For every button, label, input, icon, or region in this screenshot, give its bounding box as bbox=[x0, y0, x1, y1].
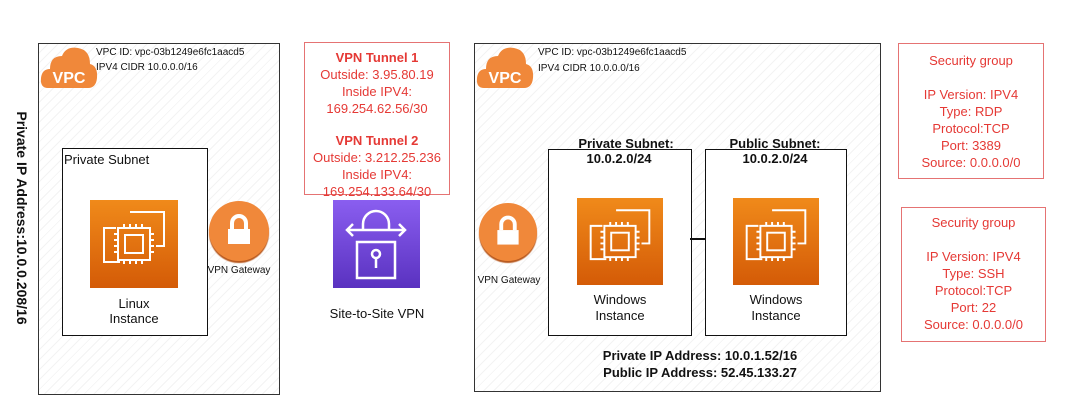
vpc-cidr: IPV4 CIDR 10.0.0.0/16 bbox=[96, 62, 198, 73]
sg-protocol: Protocol:TCP bbox=[932, 121, 1010, 136]
tunnel1-inside: 169.254.62.56/30 bbox=[326, 101, 428, 116]
vpc-cloud-icon: VPC bbox=[476, 47, 534, 88]
tunnel2-inside-label: Inside IPV4: bbox=[341, 167, 413, 182]
site-to-site-vpn-icon bbox=[333, 200, 420, 288]
subnet-connector-line bbox=[690, 238, 705, 240]
vpn-gateway-label: VPN Gateway bbox=[477, 275, 541, 286]
subnet-title: Private Subnet bbox=[64, 152, 150, 167]
tunnel2-inside: 169.254.133.64/30 bbox=[322, 184, 432, 199]
vpc-logo-text: VPC bbox=[53, 70, 86, 87]
public-subnet-title: Public Subnet: bbox=[729, 136, 821, 151]
ec2-instance-icon bbox=[90, 200, 178, 288]
vpn-gateway-icon bbox=[209, 201, 269, 261]
tunnel1-title: VPN Tunnel 1 bbox=[335, 50, 419, 65]
vpc-id: VPC ID: vpc-03b1249e6fc1aacd5 bbox=[538, 47, 687, 58]
security-group-ssh: Security group IP Version: IPV4 Type: SS… bbox=[901, 207, 1046, 342]
vpn-tunnels-box: VPN Tunnel 1 Outside: 3.95.80.19 Inside … bbox=[304, 42, 450, 199]
tunnel2-outside: Outside: 3.212.25.236 bbox=[313, 150, 441, 165]
sg-port: Port: 22 bbox=[950, 300, 997, 315]
ec2-instance-icon bbox=[733, 198, 819, 285]
tunnel1-inside-label: Inside IPV4: bbox=[341, 84, 413, 99]
vpc-cloud-icon: VPC bbox=[40, 47, 98, 88]
sg-ip-version: IP Version: IPV4 bbox=[926, 249, 1021, 264]
private-ip-side-label: Private IP Address:10.0.0.208/16 bbox=[14, 111, 30, 325]
private-ip-address: Private IP Address: 10.0.1.52/16 bbox=[602, 348, 798, 363]
sg-protocol: Protocol:TCP bbox=[934, 283, 1013, 298]
sg-source: Source: 0.0.0.0/0 bbox=[921, 155, 1021, 170]
vpn-gateway-icon bbox=[479, 203, 537, 261]
instance-label: Linux bbox=[118, 296, 150, 311]
vpn-gateway-label: VPN Gateway bbox=[207, 265, 271, 276]
sg-type: Type: RDP bbox=[939, 104, 1003, 119]
sg-title: Security group bbox=[931, 215, 1016, 230]
public-ip-address: Public IP Address: 52.45.133.27 bbox=[603, 365, 797, 380]
sg-title: Security group bbox=[929, 53, 1013, 68]
instance-label: Instance bbox=[109, 311, 159, 326]
vpc-logo-text: VPC bbox=[489, 70, 522, 87]
private-subnet-cidr: 10.0.2.0/24 bbox=[586, 151, 652, 166]
tunnel2-title: VPN Tunnel 2 bbox=[335, 133, 419, 148]
sg-source: Source: 0.0.0.0/0 bbox=[923, 317, 1023, 332]
security-group-rdp: Security group IP Version: IPV4 Type: RD… bbox=[898, 43, 1044, 179]
instance-label: Instance bbox=[595, 308, 645, 323]
instance-label: Windows bbox=[593, 292, 647, 307]
tunnel1-outside: Outside: 3.95.80.19 bbox=[320, 67, 434, 82]
instance-label: Instance bbox=[751, 308, 801, 323]
instance-label: Windows bbox=[749, 292, 803, 307]
sg-port: Port: 3389 bbox=[941, 138, 1001, 153]
site-to-site-vpn-label: Site-to-Site VPN bbox=[329, 306, 425, 321]
private-subnet-title: Private Subnet: bbox=[578, 136, 674, 151]
sg-type: Type: SSH bbox=[942, 266, 1005, 281]
public-subnet-cidr: 10.0.2.0/24 bbox=[742, 151, 808, 166]
ec2-instance-icon bbox=[577, 198, 663, 285]
sg-ip-version: IP Version: IPV4 bbox=[923, 87, 1019, 102]
vpc-cidr: IPV4 CIDR 10.0.0.0/16 bbox=[538, 63, 640, 74]
